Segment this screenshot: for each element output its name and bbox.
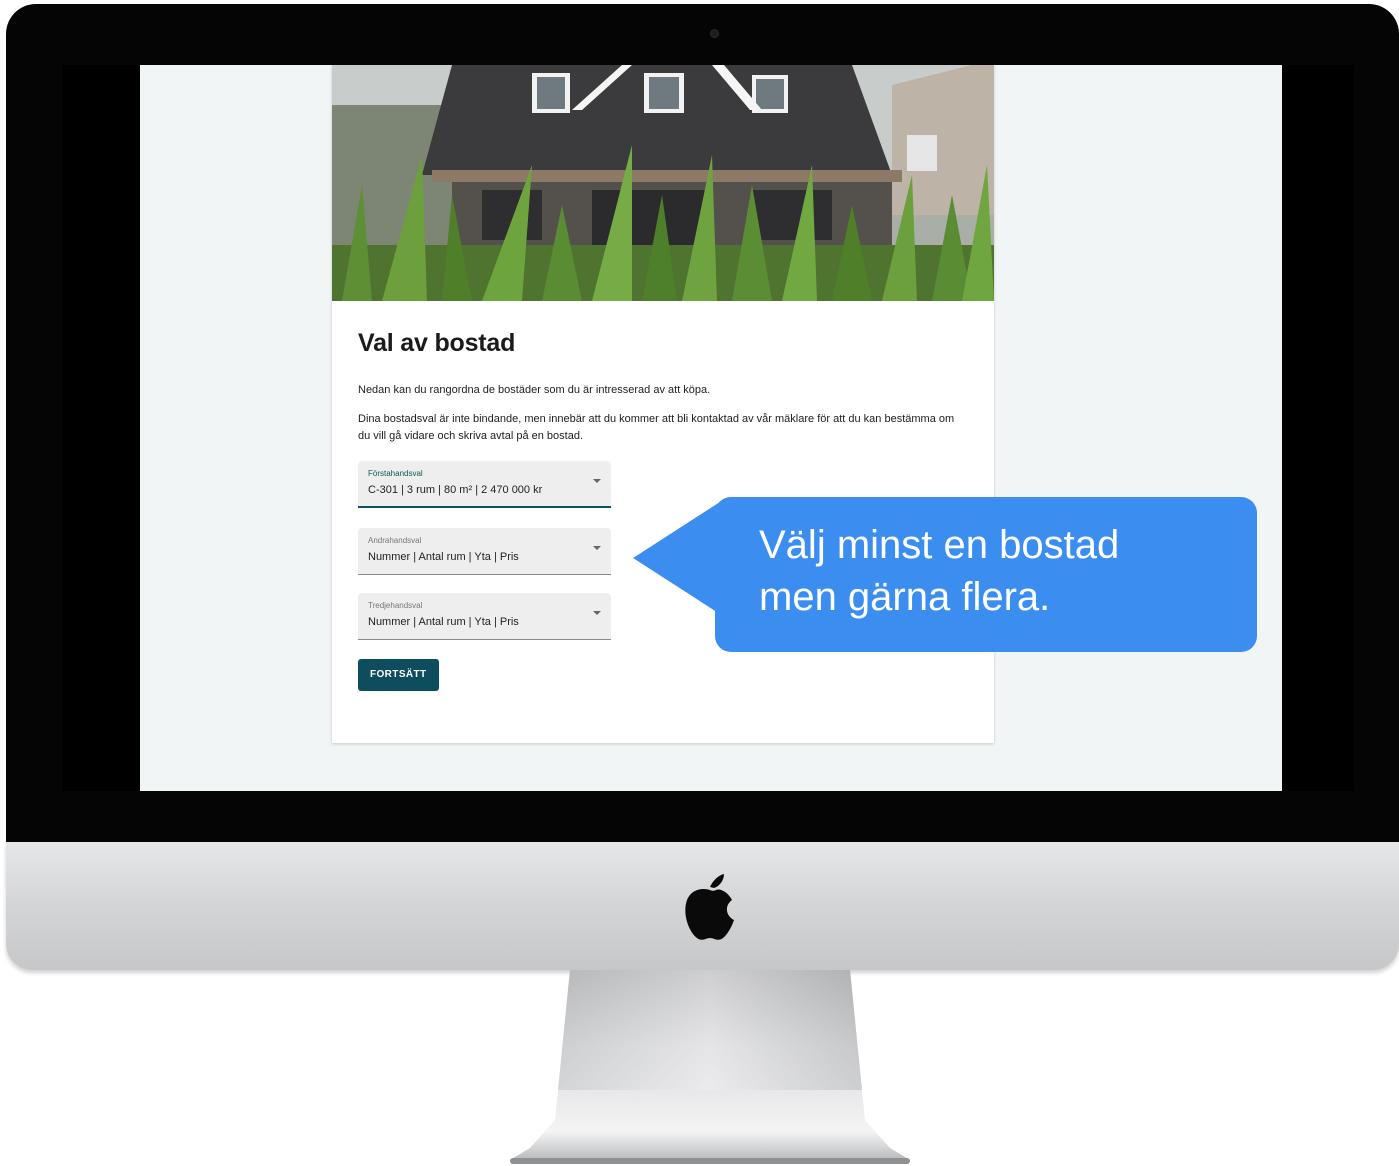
third-choice-label: Tredjehandsval xyxy=(368,601,423,610)
third-choice-select[interactable]: Tredjehandsval Nummer | Antal rum | Yta … xyxy=(358,593,611,640)
description-text: Dina bostadsval är inte bindande, men in… xyxy=(358,413,955,442)
second-choice-label: Andrahandsval xyxy=(368,536,422,545)
hero-image xyxy=(332,65,994,301)
imac-stand xyxy=(510,970,910,1164)
screen: Val av bostad Nedan kan du rangordna de … xyxy=(62,65,1354,791)
chevron-down-icon[interactable] xyxy=(593,479,601,483)
callout-pointer xyxy=(633,500,723,616)
browser-viewport: Val av bostad Nedan kan du rangordna de … xyxy=(140,65,1282,791)
first-choice-select[interactable]: Förstahandsval C-301 | 3 rum | 80 m² | 2… xyxy=(358,461,611,508)
camera-icon xyxy=(710,29,719,38)
callout-line-1: Välj minst en bostad xyxy=(759,523,1120,567)
page-title: Val av bostad xyxy=(358,329,516,357)
second-choice-value: Nummer | Antal rum | Yta | Pris xyxy=(368,551,519,563)
intro-text: Nedan kan du rangordna de bostäder som d… xyxy=(358,384,711,396)
second-choice-select[interactable]: Andrahandsval Nummer | Antal rum | Yta |… xyxy=(358,528,611,575)
callout-bubble: Välj minst en bostad men gärna flera. xyxy=(715,497,1257,652)
first-choice-value: C-301 | 3 rum | 80 m² | 2 470 000 kr xyxy=(368,484,543,496)
apple-logo-icon xyxy=(685,874,734,940)
first-choice-label: Förstahandsval xyxy=(368,469,423,478)
house-illustration xyxy=(332,65,994,301)
chevron-down-icon[interactable] xyxy=(593,611,601,615)
continue-button[interactable]: FORTSÄTT xyxy=(358,659,439,691)
chevron-down-icon[interactable] xyxy=(593,546,601,550)
callout-line-2: men gärna flera. xyxy=(759,575,1051,619)
third-choice-value: Nummer | Antal rum | Yta | Pris xyxy=(368,616,519,628)
